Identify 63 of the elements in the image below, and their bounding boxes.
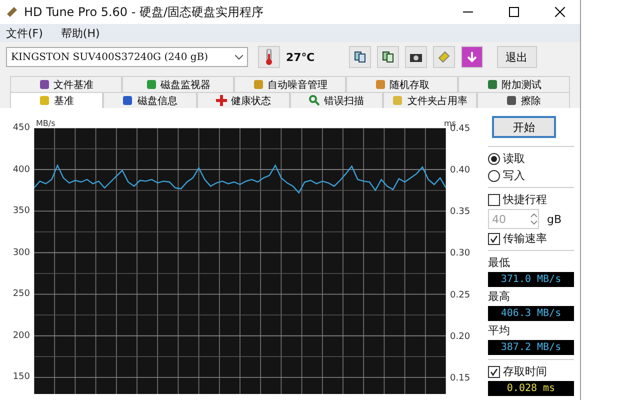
- menu-item[interactable]: 帮助(H): [60, 26, 100, 40]
- drive-dropdown[interactable]: KINGSTON SUV400S37240G (240 gB): [6, 47, 248, 67]
- lcd-readout: 406.3 MB/s: [488, 306, 574, 321]
- lcd-readout: 0.028 ms: [488, 381, 574, 396]
- axis-tick-label: 400: [12, 164, 30, 176]
- radio-label: 写入: [503, 168, 525, 183]
- stat-label: 最低: [488, 255, 511, 270]
- window-title: HD Tune Pro 5.60 - 硬盘/固态硬盘实用程序: [24, 4, 265, 20]
- axis-tick-label: 0.20: [450, 332, 470, 342]
- maximize-icon[interactable]: [509, 7, 519, 17]
- camera-icon[interactable]: [404, 46, 427, 68]
- thermometer-icon: [265, 49, 273, 65]
- menu-item[interactable]: 文件(F): [6, 26, 43, 40]
- lcd-readout: 387.2 MB/s: [488, 340, 574, 355]
- radio-label: 读取: [503, 151, 525, 166]
- unit-label: gB: [547, 212, 562, 226]
- tab[interactable]: 附加测试: [458, 76, 570, 92]
- copy-icon[interactable]: [348, 46, 371, 68]
- checkbox-label: 快捷行程: [503, 192, 547, 207]
- stat-label: 平均: [488, 323, 511, 338]
- checkbox[interactable]: [488, 232, 500, 244]
- close-icon[interactable]: [555, 7, 565, 17]
- checkbox-label: 存取时间: [503, 364, 547, 379]
- app-icon: [6, 6, 18, 18]
- lcd-readout: 371.0 MB/s: [488, 272, 574, 287]
- cross-icon: [216, 95, 227, 106]
- start-button[interactable]: 开始: [492, 116, 556, 138]
- axis-tick-label: 300: [12, 246, 30, 259]
- thermometer-button[interactable]: [258, 46, 280, 68]
- axis-tick-label: 0.25: [450, 290, 470, 300]
- tab[interactable]: 文件基准: [10, 76, 122, 92]
- tab[interactable]: 健康状态: [196, 92, 290, 108]
- radio-button[interactable]: [488, 170, 500, 182]
- tab[interactable]: 磁盘监视器: [122, 76, 234, 92]
- tab[interactable]: 磁盘信息: [103, 92, 197, 108]
- tab[interactable]: 基准: [10, 92, 104, 108]
- tag-icon[interactable]: [432, 46, 455, 68]
- axis-tick-label: 350: [12, 205, 30, 218]
- axis-unit: MB/s: [36, 119, 56, 128]
- axis-tick-label: 0.30: [450, 248, 470, 259]
- checkbox-label: 传输速率: [503, 231, 547, 246]
- spinner-arrows-icon: [530, 211, 538, 227]
- checkbox[interactable]: [488, 366, 500, 378]
- axis-tick-label: 150: [12, 371, 30, 384]
- magnifier-icon: [309, 95, 320, 106]
- radio-button[interactable]: [488, 152, 500, 164]
- tab[interactable]: 文件夹占用率: [383, 92, 477, 108]
- axis-tick-label: 200: [12, 330, 30, 342]
- tab[interactable]: 自动噪音管理: [234, 76, 346, 92]
- axis-tick-label: 0.40: [450, 166, 470, 176]
- temperature-reading: 27℃: [286, 50, 315, 64]
- tab[interactable]: 错误扫描: [290, 92, 384, 108]
- axis-tick-label: 0.15: [450, 373, 470, 384]
- axis-tick-label: 0.35: [450, 207, 470, 218]
- exit-button[interactable]: 退出: [496, 46, 537, 68]
- stat-label: 最高: [488, 289, 511, 304]
- axis-tick-label: 450: [12, 122, 30, 134]
- download-icon[interactable]: [460, 46, 483, 68]
- copy-icon[interactable]: [376, 46, 399, 68]
- tab[interactable]: 随机存取: [346, 76, 458, 92]
- axis-tick-label: 250: [12, 288, 30, 300]
- tab[interactable]: 擦除: [476, 92, 570, 108]
- chevron-down-icon: [235, 54, 243, 60]
